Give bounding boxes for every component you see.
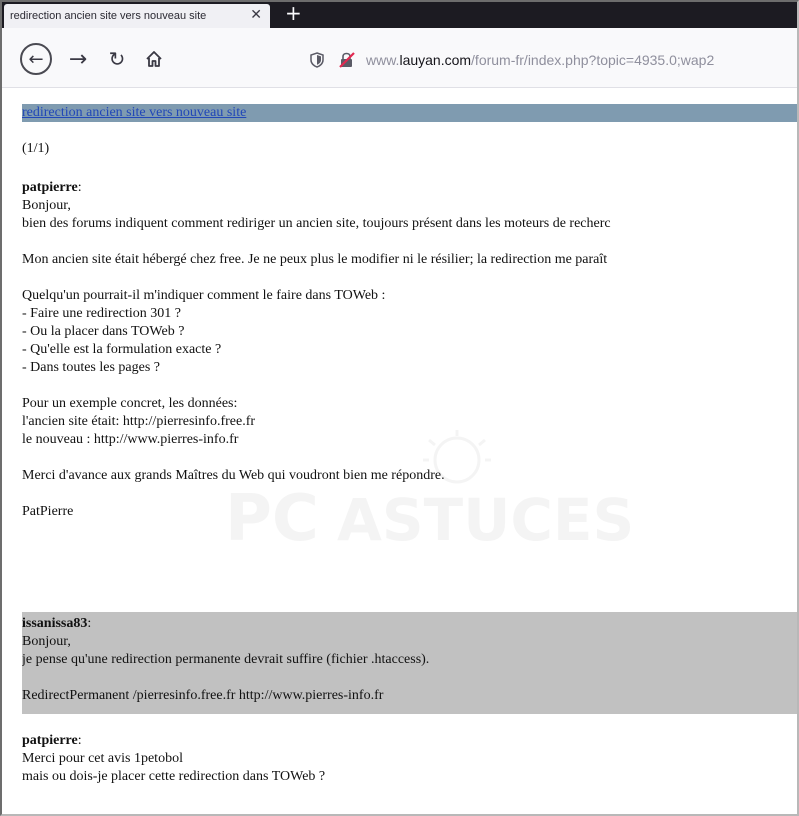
post-line: Mon ancien site était hébergé chez free.… (22, 252, 608, 267)
tab-title: redirection ancien site vers nouveau sit… (10, 10, 207, 22)
post-line: - Ou la placer dans TOWeb ? (22, 324, 185, 339)
address-bar[interactable]: www.lauyan.com/forum-fr/index.php?topic=… (302, 45, 797, 75)
post-line: Quelqu'un pourrait-il m'indiquer comment… (22, 288, 386, 303)
post-author: issanissa83 (22, 616, 88, 631)
forward-button[interactable]: → (62, 43, 94, 75)
post-line: Merci pour cet avis 1petobol (22, 751, 183, 766)
post-author: patpierre (22, 733, 78, 748)
back-button[interactable]: ← (20, 43, 52, 75)
post-line: mais ou dois-je placer cette redirection… (22, 769, 326, 784)
post-line: - Faire une redirection 301 ? (22, 306, 181, 321)
topic-title-bar: redirection ancien site vers nouveau sit… (22, 104, 797, 122)
insecure-lock-icon[interactable] (338, 51, 356, 69)
post-line: Bonjour, (22, 634, 71, 649)
post-author: patpierre (22, 180, 78, 195)
forum-post: patpierre: Merci pour cet avis 1petobol … (22, 732, 797, 786)
url-domain-prefix: www. (366, 52, 400, 68)
forum-reply: issanissa83: Bonjour, je pense qu'une re… (22, 612, 797, 714)
reload-button[interactable]: ↻ (101, 43, 133, 75)
post-line: je pense qu'une redirection permanente d… (22, 652, 430, 667)
back-arrow-icon: ← (28, 48, 44, 70)
nav-bar: ← → ↻ www.lauyan.com/forum-fr/index.php?… (2, 28, 797, 88)
close-icon[interactable]: ✕ (250, 7, 262, 23)
page-content: redirection ancien site vers nouveau sit… (22, 100, 797, 812)
topic-title-link[interactable]: redirection ancien site vers nouveau sit… (22, 104, 246, 122)
post-line: Pour un exemple concret, les données: (22, 396, 238, 411)
post-signature: PatPierre (22, 504, 74, 519)
url-path: /forum-fr/index.php?topic=4935.0;wap2 (471, 52, 715, 68)
url-domain-name: lauyan.com (399, 52, 472, 68)
home-icon (146, 51, 162, 67)
home-button[interactable] (138, 43, 170, 75)
post-line: le nouveau : http://www.pierres-info.fr (22, 432, 239, 447)
forward-arrow-icon: → (68, 46, 88, 72)
reload-icon: ↻ (108, 47, 126, 71)
tab-active[interactable]: redirection ancien site vers nouveau sit… (4, 4, 270, 28)
post-line: RedirectPermanent /pierresinfo.free.fr h… (22, 688, 384, 703)
post-line: - Qu'elle est la formulation exacte ? (22, 342, 222, 357)
forum-post: patpierre: Bonjour, bien des forums indi… (22, 179, 797, 521)
post-line: - Dans toutes les pages ? (22, 360, 161, 375)
post-line: Bonjour, (22, 198, 71, 213)
plus-icon[interactable]: + (285, 2, 302, 24)
page-count: (1/1) (22, 141, 50, 156)
post-line: bien des forums indiquent comment rediri… (22, 216, 611, 231)
post-line: Merci d'avance aux grands Maîtres du Web… (22, 468, 445, 483)
url-domain: www.lauyan.com (366, 52, 471, 68)
shield-icon[interactable] (310, 52, 324, 68)
post-line: l'ancien site était: http://pierresinfo.… (22, 414, 256, 429)
tab-strip: redirection ancien site vers nouveau sit… (2, 2, 797, 28)
